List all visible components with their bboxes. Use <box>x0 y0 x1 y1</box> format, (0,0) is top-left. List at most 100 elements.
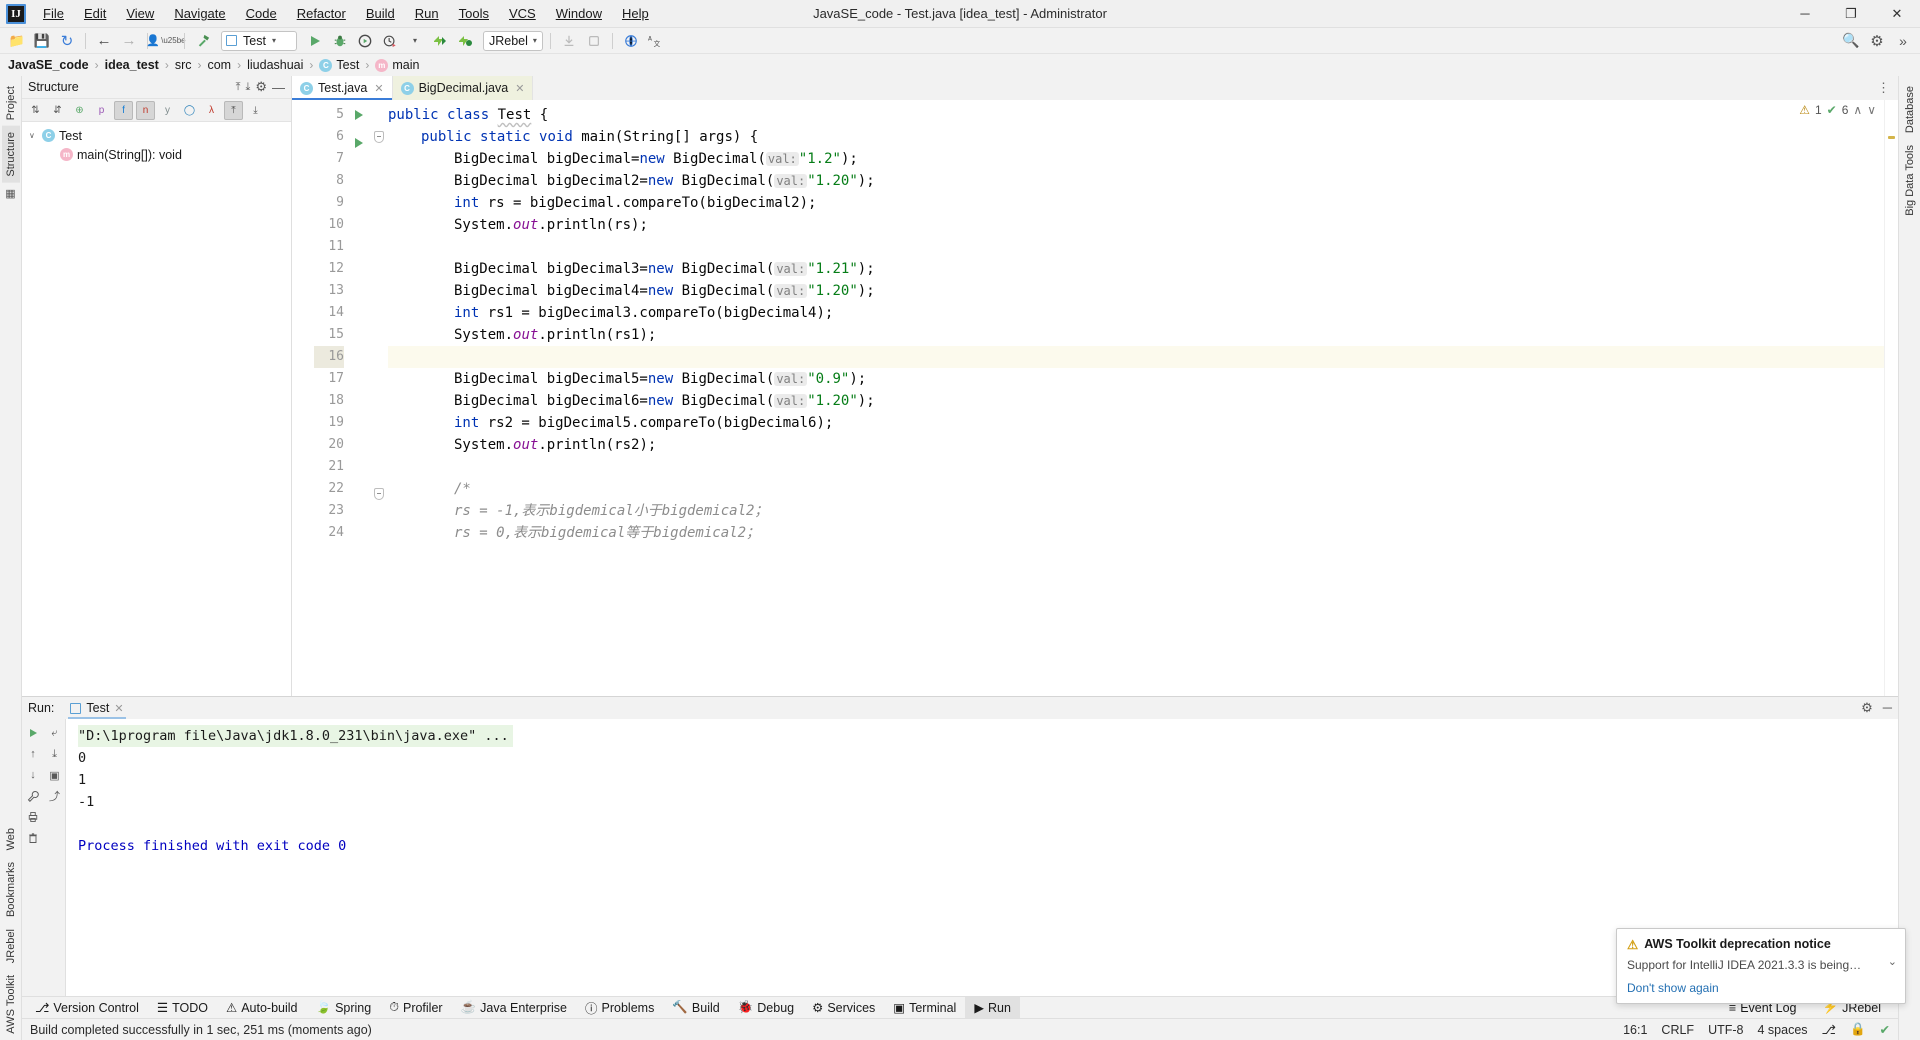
sync-icon[interactable]: ↻ <box>56 30 78 52</box>
bottom-item-build[interactable]: 🔨 Build <box>663 997 728 1019</box>
bottom-item-java-enterprise[interactable]: ☕ Java Enterprise <box>452 997 576 1019</box>
breadcrumb-item-module[interactable]: idea_test <box>105 58 159 72</box>
code-line[interactable]: BigDecimal bigDecimal3=new BigDecimal(va… <box>388 258 1884 280</box>
git-branch[interactable]: ⎇ <box>1822 1022 1836 1037</box>
gear-icon[interactable]: ⚙ <box>1861 700 1873 716</box>
fold-marker-icon[interactable] <box>370 131 388 153</box>
run-button[interactable] <box>304 30 326 52</box>
show-fields-icon[interactable]: f <box>114 100 133 120</box>
show-inherited-icon[interactable]: ⊕ <box>70 101 89 120</box>
open-project-icon[interactable]: 📁 <box>6 30 28 52</box>
code-line[interactable] <box>388 236 1884 258</box>
show-lambdas-icon[interactable]: λ <box>202 101 221 120</box>
inspection-warning-mark[interactable] <box>1888 136 1895 139</box>
run-gutter-icon[interactable] <box>350 138 370 160</box>
code-text[interactable]: public class Test {public static void ma… <box>388 100 1884 696</box>
trash-icon[interactable] <box>23 828 43 848</box>
menu-item-run[interactable]: Run <box>406 2 448 25</box>
breakpoint-gutter[interactable] <box>292 100 314 696</box>
caret-position[interactable]: 16:1 <box>1623 1023 1647 1037</box>
sidebar-item-big-data-tools[interactable]: Big Data Tools <box>1901 139 1919 222</box>
code-line[interactable] <box>388 456 1884 478</box>
collapse-all-icon[interactable]: ⤓ <box>246 101 265 120</box>
aws-toolkit-notification[interactable]: ⚠ AWS Toolkit deprecation notice Support… <box>1616 927 1906 1004</box>
editor-tab-bigdecimal-java[interactable]: C BigDecimal.java ✕ <box>392 76 534 100</box>
run-configuration-selector[interactable]: Test ▾ <box>221 30 297 51</box>
jrebel-debug-icon[interactable] <box>454 30 476 52</box>
code-line[interactable]: int rs1 = bigDecimal3.compareTo(bigDecim… <box>388 302 1884 324</box>
collapse-all-icon[interactable]: ⤒ <box>236 81 241 94</box>
bottom-item-spring[interactable]: 🍃 Spring <box>307 997 381 1019</box>
close-run-tab-icon[interactable]: ✕ <box>114 702 123 715</box>
bottom-item-run[interactable]: ▶ Run <box>965 996 1020 1019</box>
sidebar-item-jrebel[interactable]: JRebel <box>2 923 20 969</box>
menu-item-refactor[interactable]: Refactor <box>288 2 355 25</box>
breadcrumb-item-src[interactable]: src <box>175 58 192 72</box>
breadcrumb-item-project[interactable]: JavaSE_code <box>8 58 89 72</box>
code-editor[interactable]: 5 6 7 8 9 10 11 12 13 14 15 16 17 18 19 20 21 22 23 24 publ… <box>292 100 1898 696</box>
show-properties-icon[interactable]: p <box>92 101 111 120</box>
twisty-icon[interactable]: ∨ <box>29 131 38 140</box>
inspection-gutter[interactable] <box>1884 100 1898 696</box>
show-anonymous-icon[interactable]: ◯ <box>180 101 199 120</box>
breadcrumb-item-class[interactable]: C Test <box>319 58 359 72</box>
vcs-update-icon[interactable] <box>558 30 580 52</box>
translate-icon[interactable]: A文 <box>645 30 667 52</box>
autoscroll-from-source-icon[interactable]: ⤒ <box>224 100 243 120</box>
code-line[interactable]: BigDecimal bigDecimal4=new BigDecimal(va… <box>388 280 1884 302</box>
bottom-item-version-control[interactable]: ⎇ Version Control <box>26 997 148 1019</box>
minimize-button[interactable]: ─ <box>1782 0 1828 28</box>
close-button[interactable]: ✕ <box>1874 0 1920 28</box>
navigate-back-icon[interactable]: ← <box>93 30 115 52</box>
menu-item-file[interactable]: File <box>34 2 73 25</box>
menu-item-navigate[interactable]: Navigate <box>165 2 234 25</box>
rerun-icon[interactable] <box>23 723 43 743</box>
expand-toolbar-icon[interactable]: » <box>1892 30 1914 52</box>
chevron-down-icon[interactable]: ▾ <box>404 30 426 52</box>
bottom-item-problems[interactable]: ⓘ Problems <box>576 997 663 1019</box>
sidebar-item-web[interactable]: Web <box>2 822 20 856</box>
run-marker-gutter[interactable] <box>350 100 370 696</box>
jrebel-selector[interactable]: JRebel ▾ <box>483 30 543 51</box>
menu-item-build[interactable]: Build <box>357 2 404 25</box>
code-line[interactable]: int rs2 = bigDecimal5.compareTo(bigDecim… <box>388 412 1884 434</box>
maximize-button[interactable]: ❐ <box>1828 0 1874 28</box>
build-project-icon[interactable] <box>192 30 214 52</box>
code-line[interactable]: BigDecimal bigDecimal2=new BigDecimal(va… <box>388 170 1884 192</box>
sidebar-item-project[interactable]: Project <box>2 80 20 126</box>
code-folding-gutter[interactable] <box>370 100 388 696</box>
debug-button[interactable] <box>329 30 351 52</box>
wrench-icon[interactable] <box>23 786 43 806</box>
code-line[interactable]: BigDecimal bigDecimal=new BigDecimal(val… <box>388 148 1884 170</box>
bottom-item-services[interactable]: ⚙ Services <box>803 997 884 1019</box>
close-tab-icon[interactable]: ✕ <box>515 82 524 95</box>
inspection-level-icon[interactable]: ✔ <box>1880 1022 1890 1037</box>
tab-options-icon[interactable]: ⋮ <box>1877 80 1890 96</box>
code-line[interactable]: rs = -1,表示bigdemical小于bigdemical2； <box>388 500 1884 522</box>
save-all-icon[interactable]: 💾 <box>31 30 53 52</box>
dont-show-again-link[interactable]: Don't show again <box>1627 981 1719 995</box>
navigate-forward-icon[interactable]: → <box>118 30 140 52</box>
run-panel-tab[interactable]: Test ✕ <box>64 697 129 719</box>
show-non-public-icon[interactable]: n <box>136 100 155 120</box>
export-icon[interactable]: ⤴ <box>45 786 65 806</box>
code-line[interactable]: int rs = bigDecimal.compareTo(bigDecimal… <box>388 192 1884 214</box>
sidebar-item-structure[interactable]: Structure <box>1 126 20 183</box>
bottom-item-terminal[interactable]: ▣ Terminal <box>884 997 965 1019</box>
inspection-status[interactable]: ⚠ 1 ✔ 6 ∧ ∨ <box>1793 100 1882 120</box>
code-line[interactable]: BigDecimal bigDecimal6=new BigDecimal(va… <box>388 390 1884 412</box>
breadcrumb-item-method[interactable]: m main <box>375 58 419 72</box>
tree-node-method[interactable]: m main(String[]): void <box>22 145 291 164</box>
settings-icon[interactable]: ⚙ <box>1866 30 1888 52</box>
print-icon[interactable] <box>23 807 43 827</box>
bottom-item-todo[interactable]: ☰ TODO <box>148 997 217 1019</box>
sidebar-item-database[interactable]: Database <box>1901 80 1919 139</box>
file-encoding[interactable]: UTF-8 <box>1708 1023 1743 1037</box>
scroll-down-icon[interactable]: ↓ <box>23 765 43 785</box>
indent-setting[interactable]: 4 spaces <box>1758 1023 1808 1037</box>
code-line[interactable]: System.out.println(rs); <box>388 214 1884 236</box>
browser-icon[interactable] <box>620 30 642 52</box>
hide-icon[interactable]: ─ <box>1883 700 1892 716</box>
bottom-item-auto-build[interactable]: ⚠ Auto-build <box>217 997 307 1019</box>
bottom-item-debug[interactable]: 🐞 Debug <box>729 997 803 1019</box>
